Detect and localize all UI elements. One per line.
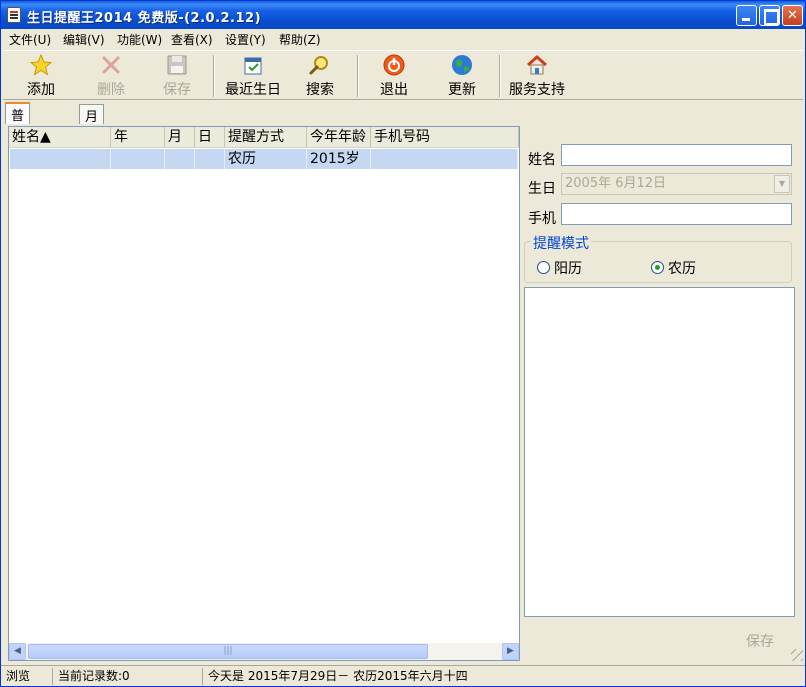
- scrollbar-thumb[interactable]: |||: [28, 644, 428, 659]
- main-window: 生日提醒王2014 免费版-(2.0.2.12) ✕ 文件(U) 编辑(V) 功…: [0, 0, 806, 687]
- exit-button[interactable]: 退出: [369, 53, 419, 99]
- search-button[interactable]: 搜索: [295, 53, 345, 99]
- home-icon: [527, 55, 547, 75]
- reminder-mode-group: 提醒模式 阳历 农历: [524, 233, 792, 283]
- delete-x-icon: [102, 56, 120, 74]
- power-icon: [383, 54, 405, 76]
- maximize-button[interactable]: [759, 5, 780, 26]
- menu-file[interactable]: 文件(U): [9, 31, 51, 48]
- scroll-left-arrow-icon[interactable]: ◀: [9, 643, 26, 660]
- menu-view[interactable]: 查看(X): [171, 31, 213, 48]
- service-support-button[interactable]: 服务支持: [505, 53, 569, 99]
- toolbar-separator: [499, 55, 501, 97]
- globe-icon: [452, 55, 472, 75]
- menu-function[interactable]: 功能(W): [117, 31, 162, 48]
- radio-off-icon: [537, 261, 550, 274]
- calendar-check-icon: [244, 57, 262, 75]
- menu-edit[interactable]: 编辑(V): [63, 31, 105, 48]
- birthday-date-picker[interactable]: 2005年 6月12日 ▼: [561, 173, 792, 195]
- reminder-mode-title: 提醒模式: [531, 233, 591, 253]
- tab-normal-view[interactable]: 普通视图: [5, 102, 31, 181]
- scroll-right-arrow-icon[interactable]: ▶: [502, 643, 519, 660]
- window-title: 生日提醒王2014 免费版-(2.0.2.12): [27, 11, 262, 26]
- name-label: 姓名: [528, 152, 556, 168]
- menu-help[interactable]: 帮助(Z): [279, 31, 321, 48]
- cell-month: [165, 149, 195, 169]
- toolbar-separator: [213, 55, 215, 97]
- column-day[interactable]: 日: [195, 127, 225, 147]
- birthday-list[interactable]: 姓名▲ 年 月 日 提醒方式 今年年龄 手机号码 农历 2015岁 ◀ ||| …: [8, 126, 520, 661]
- cell-phone: [371, 149, 518, 169]
- menu-settings[interactable]: 设置(Y): [225, 31, 266, 48]
- star-icon: [29, 53, 53, 76]
- phone-label: 手机: [528, 211, 556, 227]
- app-icon: [7, 7, 21, 23]
- title-bar[interactable]: 生日提醒王2014 免费版-(2.0.2.12) ✕: [1, 1, 805, 29]
- menu-bar: 文件(U) 编辑(V) 功能(W) 查看(X) 设置(Y) 帮助(Z): [1, 29, 805, 49]
- cell-age: 2015岁: [307, 149, 371, 169]
- column-age[interactable]: 今年年龄: [307, 127, 371, 147]
- resize-grip-icon[interactable]: [791, 649, 803, 661]
- status-bar: 浏览 当前记录数:0 今天是 2015年7月29日－ 农历2015年六月十四: [1, 665, 805, 686]
- floppy-disk-icon: [167, 55, 187, 75]
- birthday-value: 2005年 6月12日: [565, 176, 667, 191]
- column-name[interactable]: 姓名▲: [9, 127, 111, 147]
- toolbar-separator: [357, 55, 359, 97]
- column-year[interactable]: 年: [111, 127, 165, 147]
- delete-button[interactable]: 删除: [83, 53, 139, 99]
- radio-lunar[interactable]: 农历: [651, 258, 696, 278]
- radio-solar[interactable]: 阳历: [537, 258, 582, 278]
- chevron-down-icon[interactable]: ▼: [774, 175, 790, 193]
- list-header: 姓名▲ 年 月 日 提醒方式 今年年龄 手机号码: [9, 127, 519, 148]
- horizontal-scrollbar[interactable]: ◀ ||| ▶: [9, 643, 519, 660]
- status-record-count: 当前记录数:0: [53, 668, 203, 685]
- minimize-button[interactable]: [736, 5, 757, 26]
- cell-day: [195, 149, 225, 169]
- column-phone[interactable]: 手机号码: [371, 127, 519, 147]
- save-toolbar-button[interactable]: 保存: [149, 53, 205, 99]
- name-input[interactable]: [561, 144, 792, 166]
- add-button[interactable]: 添加: [13, 53, 69, 99]
- birthday-label: 生日: [528, 181, 556, 197]
- update-button[interactable]: 更新: [437, 53, 487, 99]
- notes-textarea[interactable]: [524, 287, 795, 617]
- search-icon: [309, 56, 328, 75]
- status-today: 今天是 2015年7月29日－ 农历2015年六月十四: [208, 669, 468, 683]
- toolbar: 添加 删除 保存 最近生日 搜索 退出 更新 服务支持: [3, 50, 803, 100]
- table-row[interactable]: 农历 2015岁: [10, 149, 518, 169]
- column-month[interactable]: 月: [165, 127, 195, 147]
- cell-name: [10, 149, 111, 169]
- status-mode: 浏览: [1, 668, 53, 685]
- radio-on-icon: [651, 261, 664, 274]
- save-button[interactable]: 保存: [746, 631, 774, 651]
- phone-input[interactable]: [561, 203, 792, 225]
- column-reminder-mode[interactable]: 提醒方式: [225, 127, 307, 147]
- recent-birthdays-button[interactable]: 最近生日: [219, 53, 287, 99]
- close-button[interactable]: ✕: [782, 5, 803, 26]
- cell-reminder-mode: 农历: [225, 149, 307, 169]
- tab-calendar-view[interactable]: 月历视图: [79, 104, 105, 182]
- cell-year: [111, 149, 165, 169]
